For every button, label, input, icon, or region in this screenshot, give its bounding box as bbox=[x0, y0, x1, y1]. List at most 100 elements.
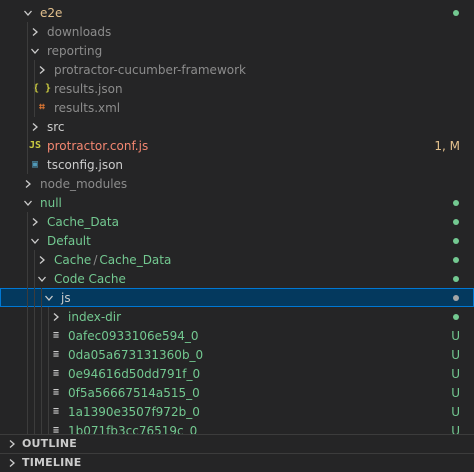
tree-item-label: results.json bbox=[54, 81, 123, 96]
lines-file-icon: ≡ bbox=[52, 425, 60, 434]
lines-file-icon: ≡ bbox=[52, 368, 60, 379]
indent-guide bbox=[34, 345, 35, 364]
tree-folder-row[interactable]: reporting bbox=[0, 41, 474, 60]
tree-folder-row[interactable]: protractor-cucumber-framework bbox=[0, 60, 474, 79]
tree-folder-row[interactable]: js bbox=[0, 288, 474, 307]
tree-file-row[interactable]: ≡ 1a1390e3507f972b_0 U bbox=[0, 402, 474, 421]
indent-guide bbox=[27, 250, 28, 269]
indent-guide bbox=[27, 41, 28, 60]
tree-item-label: results.xml bbox=[54, 100, 121, 115]
lines-file-icon: ≡ bbox=[52, 349, 60, 360]
indent-guide bbox=[27, 22, 28, 41]
chevron-right-icon[interactable] bbox=[27, 22, 43, 41]
tree-folder-row[interactable]: node_modules bbox=[0, 174, 474, 193]
tree-file-row[interactable]: JS protractor.conf.js 1, M bbox=[0, 136, 474, 155]
tree-folder-row[interactable]: downloads bbox=[0, 22, 474, 41]
indent-guide bbox=[48, 421, 49, 434]
tree-item-label: 1b071fb3cc76519c_0 bbox=[68, 423, 198, 435]
indent-guide bbox=[48, 326, 49, 345]
compact-folder-separator: / bbox=[93, 252, 98, 267]
tree-folder-row[interactable]: e2e bbox=[0, 3, 474, 22]
git-status-dot-icon bbox=[453, 294, 459, 301]
indent-guide bbox=[27, 117, 28, 136]
tree-item-label: protractor.conf.js bbox=[47, 138, 149, 153]
tree-file-row[interactable]: ≡ 0f5a56667514a515_0 U bbox=[0, 383, 474, 402]
ts-config-icon: ▣ bbox=[31, 159, 39, 170]
indent-guide bbox=[27, 383, 28, 402]
indent-guide bbox=[27, 307, 28, 326]
tree-folder-row[interactable]: Cache / Cache_Data bbox=[0, 250, 474, 269]
git-status-dot-icon bbox=[453, 9, 459, 16]
chevron-right-icon[interactable] bbox=[48, 307, 64, 326]
js-icon: JS bbox=[28, 140, 42, 151]
chevron-right-icon bbox=[4, 453, 20, 472]
git-status-badge: U bbox=[451, 404, 460, 419]
tree-file-row[interactable]: { } results.json bbox=[0, 79, 474, 98]
tree-folder-row[interactable]: index-dir bbox=[0, 307, 474, 326]
chevron-right-icon[interactable] bbox=[27, 212, 43, 231]
tree-file-row[interactable]: ⌗ results.xml bbox=[0, 98, 474, 117]
chevron-down-icon[interactable] bbox=[20, 193, 36, 212]
rss-xml-icon: ⌗ bbox=[39, 102, 45, 113]
chevron-right-icon[interactable] bbox=[20, 174, 36, 193]
git-status-dot-icon bbox=[453, 313, 459, 320]
lines-file-icon: ≡ bbox=[52, 387, 60, 398]
tree-file-row[interactable]: ▣ tsconfig.json bbox=[0, 155, 474, 174]
tree-item-label: 0da05a673131360b_0 bbox=[68, 347, 204, 362]
tree-file-row[interactable]: ≡ 0e94616d50dd791f_0 U bbox=[0, 364, 474, 383]
tree-item-label: e2e bbox=[40, 5, 63, 20]
tree-folder-row[interactable]: src bbox=[0, 117, 474, 136]
chevron-right-icon bbox=[4, 434, 20, 453]
tree-item-label-secondary: Cache_Data bbox=[99, 252, 172, 267]
lines-file-icon: ≡ bbox=[52, 330, 60, 341]
chevron-down-icon[interactable] bbox=[27, 231, 43, 250]
indent-guide bbox=[48, 402, 49, 421]
indent-guide bbox=[41, 364, 42, 383]
indent-guide bbox=[27, 231, 28, 250]
git-status-dot-icon bbox=[453, 275, 459, 282]
tree-item-label: Cache bbox=[54, 252, 92, 267]
tree-folder-row[interactable]: Cache_Data bbox=[0, 212, 474, 231]
tree-item-label: Cache_Data bbox=[47, 214, 119, 229]
chevron-right-icon[interactable] bbox=[34, 250, 50, 269]
indent-guide bbox=[27, 288, 28, 307]
explorer-file-tree: e2e downloads reporting protractor-cucumber… bbox=[0, 0, 474, 434]
tree-folder-row[interactable]: Default bbox=[0, 231, 474, 250]
tree-item-label: js bbox=[61, 290, 71, 305]
tree-item-label: downloads bbox=[47, 24, 112, 39]
tree-file-row[interactable]: ≡ 0da05a673131360b_0 U bbox=[0, 345, 474, 364]
chevron-down-icon[interactable] bbox=[41, 288, 57, 307]
tree-item-label: index-dir bbox=[68, 309, 122, 324]
git-status-dot-icon bbox=[453, 218, 459, 225]
indent-guide bbox=[34, 402, 35, 421]
tree-item-label: null bbox=[40, 195, 62, 210]
chevron-right-icon[interactable] bbox=[34, 60, 50, 79]
indent-guide bbox=[41, 402, 42, 421]
tree-file-row[interactable]: ≡ 0afec0933106e594_0 U bbox=[0, 326, 474, 345]
git-status-badge: U bbox=[451, 328, 460, 343]
tree-file-row[interactable]: ≡ 1b071fb3cc76519c_0 U bbox=[0, 421, 474, 434]
chevron-down-icon[interactable] bbox=[20, 3, 36, 22]
tree-item-label: src bbox=[47, 119, 65, 134]
indent-guide bbox=[34, 269, 35, 288]
chevron-down-icon[interactable] bbox=[34, 269, 50, 288]
tree-folder-row[interactable]: Code Cache bbox=[0, 269, 474, 288]
indent-guide bbox=[48, 383, 49, 402]
tree-folder-row[interactable]: null bbox=[0, 193, 474, 212]
indent-guide bbox=[41, 345, 42, 364]
git-status-badge: 1, M bbox=[434, 138, 460, 153]
timeline-panel-header[interactable]: TIMELINE bbox=[0, 453, 474, 471]
indent-guide bbox=[27, 212, 28, 231]
indent-guide bbox=[34, 288, 35, 307]
indent-guide bbox=[48, 307, 49, 326]
indent-guide bbox=[48, 345, 49, 364]
chevron-down-icon[interactable] bbox=[27, 41, 43, 60]
tree-item-label: tsconfig.json bbox=[47, 157, 124, 172]
tree-item-label: 0f5a56667514a515_0 bbox=[68, 385, 200, 400]
chevron-right-icon[interactable] bbox=[27, 117, 43, 136]
indent-guide bbox=[27, 136, 28, 155]
indent-guide bbox=[34, 60, 35, 79]
outline-panel-header[interactable]: OUTLINE bbox=[0, 434, 474, 452]
indent-guide bbox=[27, 364, 28, 383]
git-status-dot-icon bbox=[453, 199, 459, 206]
